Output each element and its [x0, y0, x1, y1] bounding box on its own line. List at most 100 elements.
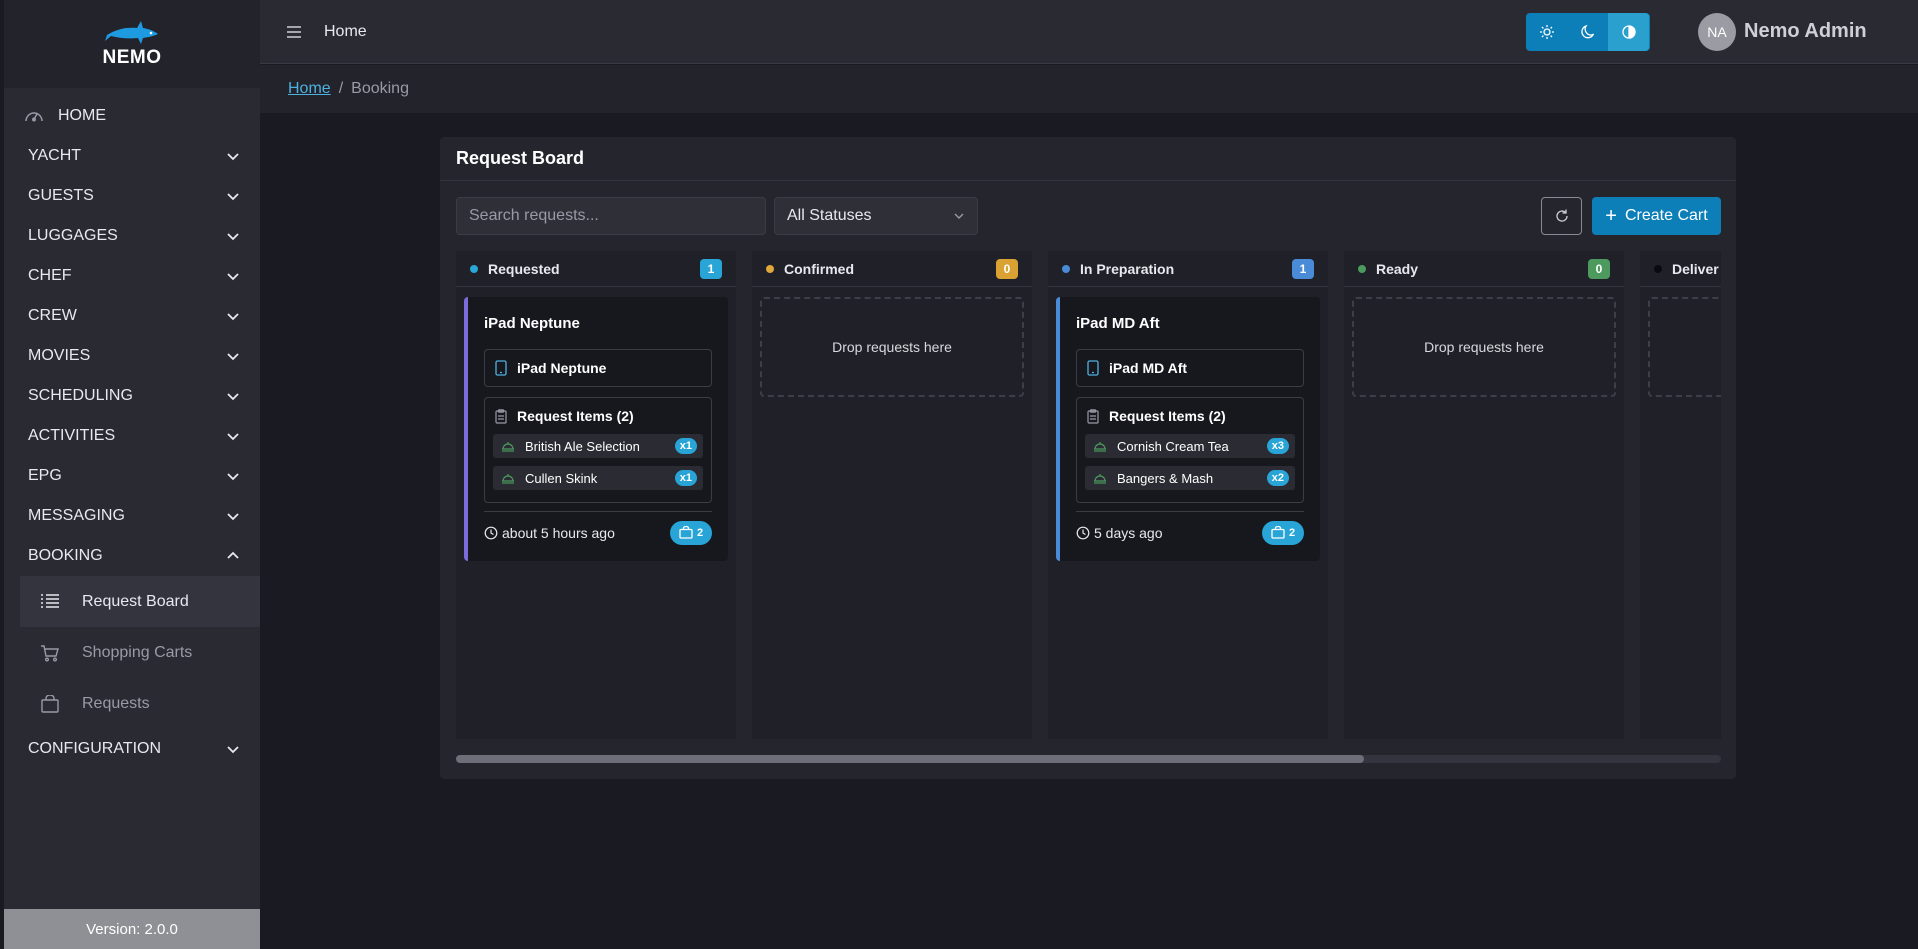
create-cart-button[interactable]: + Create Cart	[1592, 197, 1721, 235]
request-items-box: Request Items (2) Cornish Cream Tea x3 B…	[1076, 397, 1304, 503]
item-name: Cornish Cream Tea	[1117, 438, 1229, 454]
column-title: In Preparation	[1080, 260, 1175, 277]
search-input[interactable]	[456, 197, 766, 235]
clipboard-icon	[495, 408, 507, 424]
list-icon	[41, 593, 59, 608]
sidebar-item-scheduling[interactable]: SCHEDULING	[4, 376, 260, 416]
column-header: Deliver	[1640, 251, 1721, 287]
user-name[interactable]: Nemo Admin	[1744, 20, 1867, 43]
dark-theme-button[interactable]	[1567, 13, 1608, 51]
horizontal-scrollbar[interactable]	[456, 755, 1721, 763]
status-filter-select[interactable]: All Statuses	[774, 197, 978, 235]
avatar[interactable]: NA	[1698, 13, 1736, 51]
board-columns: Requested 1 iPad Neptune iPad Neptune Re…	[456, 251, 1721, 739]
chevron-up-icon	[227, 551, 239, 559]
sidebar-item-epg[interactable]: EPG	[4, 456, 260, 496]
request-items-header: Request Items (2)	[1087, 406, 1295, 426]
request-card[interactable]: iPad Neptune iPad Neptune Request Items …	[464, 297, 728, 561]
column-header: Confirmed 0	[752, 251, 1032, 287]
top-bar: Home NA Nemo Admin	[260, 0, 1918, 64]
list-item: Bangers & Mash x2	[1085, 466, 1295, 490]
page-title: Home	[324, 22, 367, 40]
drop-zone[interactable]: Drop requests here	[1352, 297, 1616, 397]
column-count-badge: 1	[700, 258, 722, 279]
sidebar-item-configuration[interactable]: CONFIGURATION	[4, 729, 260, 769]
breadcrumb-home-link[interactable]: Home	[288, 80, 331, 98]
sidebar-item-label: CONFIGURATION	[28, 740, 162, 757]
bag-icon	[679, 526, 693, 539]
logo-text: NEMO	[102, 47, 162, 68]
sidebar-item-activities[interactable]: ACTIVITIES	[4, 416, 260, 456]
column-header: Ready 0	[1344, 251, 1624, 287]
version-label: Version: 2.0.0	[4, 909, 260, 949]
sidebar-item-label: CREW	[28, 307, 77, 324]
quantity-badge: x1	[674, 438, 697, 454]
list-item: Cullen Skink x1	[493, 466, 703, 490]
chevron-down-icon	[227, 193, 239, 201]
dish-icon	[502, 474, 514, 484]
sun-icon	[1539, 25, 1554, 39]
card-footer: about 5 hours ago 2	[484, 511, 712, 553]
sidebar-item-crew[interactable]: CREW	[4, 296, 260, 336]
hamburger-icon[interactable]	[286, 25, 302, 39]
item-name: British Ale Selection	[525, 438, 640, 454]
bag-icon	[1271, 526, 1285, 539]
cart-count-badge[interactable]: 2	[670, 520, 712, 545]
sidebar-item-guests[interactable]: GUESTS	[4, 176, 260, 216]
gauge-icon	[25, 112, 43, 122]
request-card[interactable]: iPad MD Aft iPad MD Aft Request Items (2…	[1056, 297, 1320, 561]
board-title: Request Board	[440, 137, 1736, 181]
sidebar-item-booking[interactable]: BOOKING	[4, 536, 260, 576]
auto-theme-button[interactable]	[1608, 13, 1649, 51]
sidebar-item-label: ACTIVITIES	[28, 427, 116, 444]
sidebar-item-home[interactable]: HOME	[4, 96, 260, 136]
cart-icon	[41, 644, 59, 661]
sidebar-item-yacht[interactable]: YACHT	[4, 136, 260, 176]
column-requested: Requested 1 iPad Neptune iPad Neptune Re…	[456, 251, 736, 739]
breadcrumb-current: Booking	[351, 80, 409, 97]
logo[interactable]: NEMO	[4, 0, 260, 88]
sidebar-item-label: Request Board	[82, 592, 189, 610]
drop-zone[interactable]: Drop requests here	[760, 297, 1024, 397]
item-name: Bangers & Mash	[1117, 470, 1214, 486]
chevron-down-icon	[954, 213, 964, 219]
cart-count: 2	[1288, 526, 1296, 539]
create-cart-label: Create Cart	[1624, 207, 1708, 224]
sidebar-item-label: MOVIES	[28, 347, 91, 364]
request-items-header: Request Items (2)	[495, 406, 703, 426]
light-theme-button[interactable]	[1526, 13, 1567, 51]
sidebar-item-label: GUESTS	[28, 187, 94, 204]
drop-zone[interactable]	[1648, 297, 1721, 397]
column-title: Deliver	[1672, 260, 1719, 277]
bag-icon	[41, 694, 59, 713]
sidebar-item-shopping-carts[interactable]: Shopping Carts	[20, 627, 260, 678]
request-items-box: Request Items (2) British Ale Selection …	[484, 397, 712, 503]
sidebar-item-label: BOOKING	[28, 547, 103, 564]
sidebar-item-luggages[interactable]: LUGGAGES	[4, 216, 260, 256]
sidebar-item-requests[interactable]: Requests	[20, 678, 260, 729]
breadcrumb-separator: /	[338, 80, 344, 97]
card-footer: 5 days ago 2	[1076, 511, 1304, 553]
quantity-badge: x2	[1266, 470, 1289, 486]
list-item: British Ale Selection x1	[493, 434, 703, 458]
tablet-icon	[495, 360, 507, 376]
chevron-down-icon	[227, 393, 239, 401]
sidebar-item-label: EPG	[28, 467, 62, 484]
chevron-down-icon	[227, 433, 239, 441]
column-title: Requested	[488, 260, 560, 277]
sidebar-item-chef[interactable]: CHEF	[4, 256, 260, 296]
refresh-icon	[1555, 209, 1568, 222]
refresh-button[interactable]	[1541, 197, 1582, 235]
status-dot	[1358, 264, 1366, 273]
card-title: iPad Neptune	[484, 315, 580, 332]
scrollbar-thumb[interactable]	[456, 755, 1364, 763]
quantity-badge: x1	[674, 470, 697, 486]
sidebar-item-messaging[interactable]: MESSAGING	[4, 496, 260, 536]
sidebar-item-request-board[interactable]: Request Board	[20, 576, 260, 627]
sidebar-item-movies[interactable]: MOVIES	[4, 336, 260, 376]
column-ready: Ready 0 Drop requests here	[1344, 251, 1624, 739]
column-header: Requested 1	[456, 251, 736, 287]
contrast-icon	[1621, 25, 1636, 39]
cart-count-badge[interactable]: 2	[1262, 520, 1304, 545]
status-dot	[1654, 264, 1662, 273]
